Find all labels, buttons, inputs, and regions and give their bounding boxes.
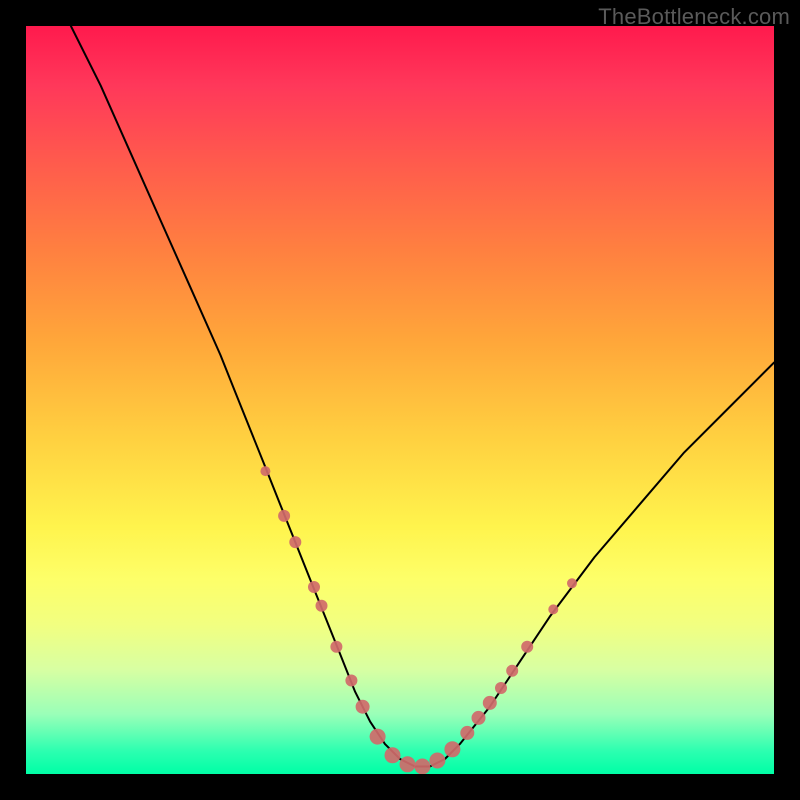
highlight-point: [308, 581, 320, 593]
chart-svg: [26, 26, 774, 774]
highlight-point: [316, 600, 328, 612]
plot-area: [26, 26, 774, 774]
highlight-point: [506, 665, 518, 677]
highlight-point: [429, 753, 445, 769]
chart-frame: TheBottleneck.com: [0, 0, 800, 800]
highlight-point: [400, 756, 416, 772]
highlight-point: [385, 747, 401, 763]
highlight-point: [356, 700, 370, 714]
highlight-point: [567, 578, 577, 588]
highlight-point: [521, 641, 533, 653]
highlight-point: [278, 510, 290, 522]
highlight-point: [330, 641, 342, 653]
highlight-point: [483, 696, 497, 710]
watermark-text: TheBottleneck.com: [598, 4, 790, 30]
highlight-point: [495, 682, 507, 694]
highlight-point: [460, 726, 474, 740]
highlight-point: [260, 466, 270, 476]
highlight-point: [345, 675, 357, 687]
highlight-point: [548, 604, 558, 614]
highlight-point: [289, 536, 301, 548]
highlight-point: [472, 711, 486, 725]
highlight-point: [370, 729, 386, 745]
bottleneck-curve: [71, 26, 774, 767]
highlight-point: [444, 741, 460, 757]
highlight-point: [414, 759, 430, 775]
